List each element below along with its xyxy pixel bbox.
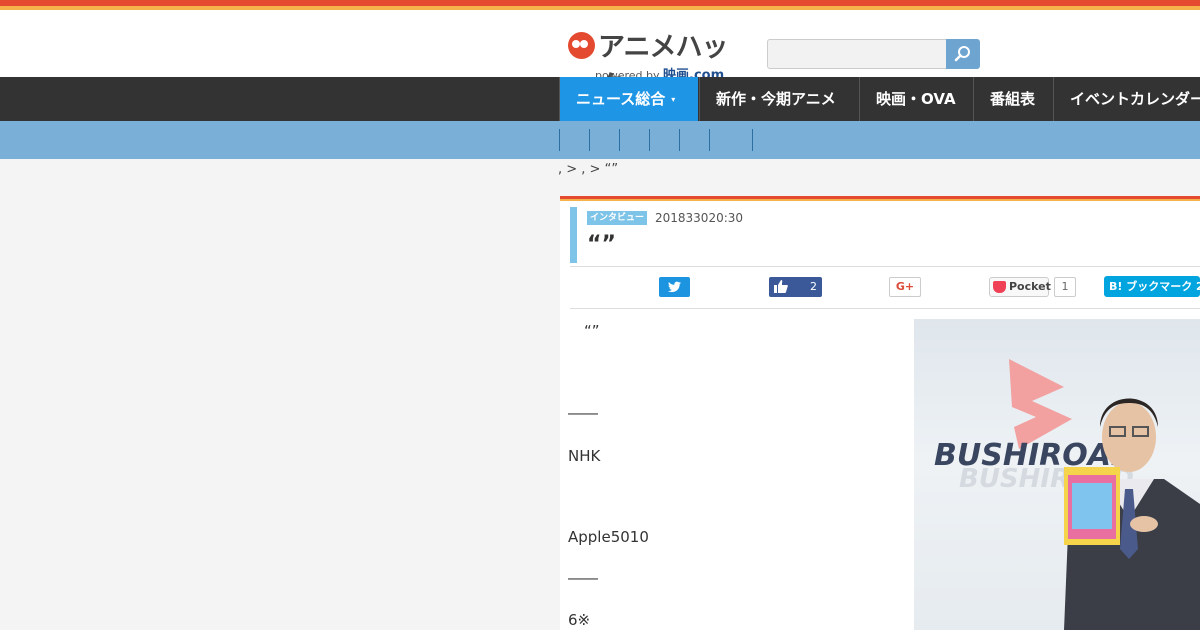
nav-item-news[interactable]: ニュース総合 ▾ bbox=[559, 77, 698, 121]
subnav-item[interactable] bbox=[619, 129, 649, 151]
body-paragraph: ―― bbox=[568, 404, 598, 422]
site-header: アニメハック powered by 映画.com bbox=[0, 10, 1200, 102]
site-logo[interactable]: アニメハック powered by 映画.com bbox=[568, 20, 748, 102]
article-card: インタビュー 201833020:30 “” 2 G+ Pocket 1 B! … bbox=[560, 196, 1200, 630]
subnav-item[interactable] bbox=[559, 129, 589, 151]
article-title: “” bbox=[587, 232, 616, 257]
nav-item-new-anime[interactable]: 新作・今期アニメ bbox=[699, 77, 858, 121]
pocket-icon bbox=[993, 281, 1006, 293]
subnav-item[interactable] bbox=[709, 129, 753, 151]
article-stripe bbox=[560, 196, 1200, 201]
subnav-item[interactable] bbox=[649, 129, 679, 151]
body-paragraph: ―― bbox=[568, 569, 598, 587]
twitter-share-button[interactable] bbox=[659, 277, 690, 297]
breadcrumb[interactable]: , > , > “” bbox=[558, 162, 618, 177]
article-photo: BUSHIROAD BUSHIROAD bbox=[914, 319, 1200, 630]
nav-item-event-calendar[interactable]: イベントカレンダー bbox=[1053, 77, 1200, 121]
main-nav: ニュース総合 ▾ 新作・今期アニメ 映画・OVA 番組表 イベントカレンダー bbox=[0, 77, 1200, 121]
google-plus-button[interactable]: G+ bbox=[889, 277, 921, 297]
body-paragraph: 6※ bbox=[568, 611, 591, 629]
nav-item-label: 番組表 bbox=[990, 90, 1036, 108]
nav-item-label: イベントカレンダー bbox=[1070, 90, 1200, 108]
subnav-item[interactable] bbox=[589, 129, 619, 151]
facebook-like-button[interactable]: 2 bbox=[769, 277, 822, 297]
pocket-button[interactable]: Pocket bbox=[989, 277, 1051, 297]
nav-item-label: 新作・今期アニメ bbox=[716, 90, 836, 108]
search-icon bbox=[954, 46, 970, 62]
hatena-bookmark-button[interactable]: B! ブックマーク 2 bbox=[1104, 276, 1200, 297]
body-paragraph: Apple5010 bbox=[568, 528, 649, 546]
divider bbox=[570, 266, 1200, 267]
twitter-icon bbox=[668, 281, 681, 293]
body-paragraph: “” bbox=[584, 322, 600, 340]
body-paragraph: NHK bbox=[568, 447, 601, 465]
nav-item-schedule[interactable]: 番組表 bbox=[973, 77, 1052, 121]
nav-item-label: ニュース総合 bbox=[576, 90, 666, 108]
category-badge[interactable]: インタビュー bbox=[587, 211, 648, 225]
nav-item-movie-ova[interactable]: 映画・OVA bbox=[859, 77, 972, 121]
headline-accent-bar bbox=[570, 207, 577, 263]
publish-date: 201833020:30 bbox=[655, 211, 744, 225]
search-input[interactable] bbox=[767, 39, 947, 69]
logo-eyes-icon bbox=[568, 32, 595, 59]
caret-down-icon: ▾ bbox=[671, 94, 676, 104]
divider bbox=[570, 308, 1200, 309]
search-button[interactable] bbox=[946, 39, 980, 69]
photo-illustration: BUSHIROAD BUSHIROAD bbox=[934, 359, 1200, 630]
sub-nav bbox=[0, 121, 1200, 159]
pocket-label: Pocket bbox=[1009, 280, 1051, 293]
google-plus-icon: G+ bbox=[895, 280, 915, 293]
top-stripe bbox=[0, 0, 1200, 10]
nav-item-label: 映画・OVA bbox=[876, 90, 956, 108]
subnav-item[interactable] bbox=[679, 129, 709, 151]
pocket-count: 1 bbox=[1054, 277, 1076, 297]
thumbs-up-icon bbox=[774, 280, 788, 293]
like-count: 2 bbox=[810, 280, 817, 293]
